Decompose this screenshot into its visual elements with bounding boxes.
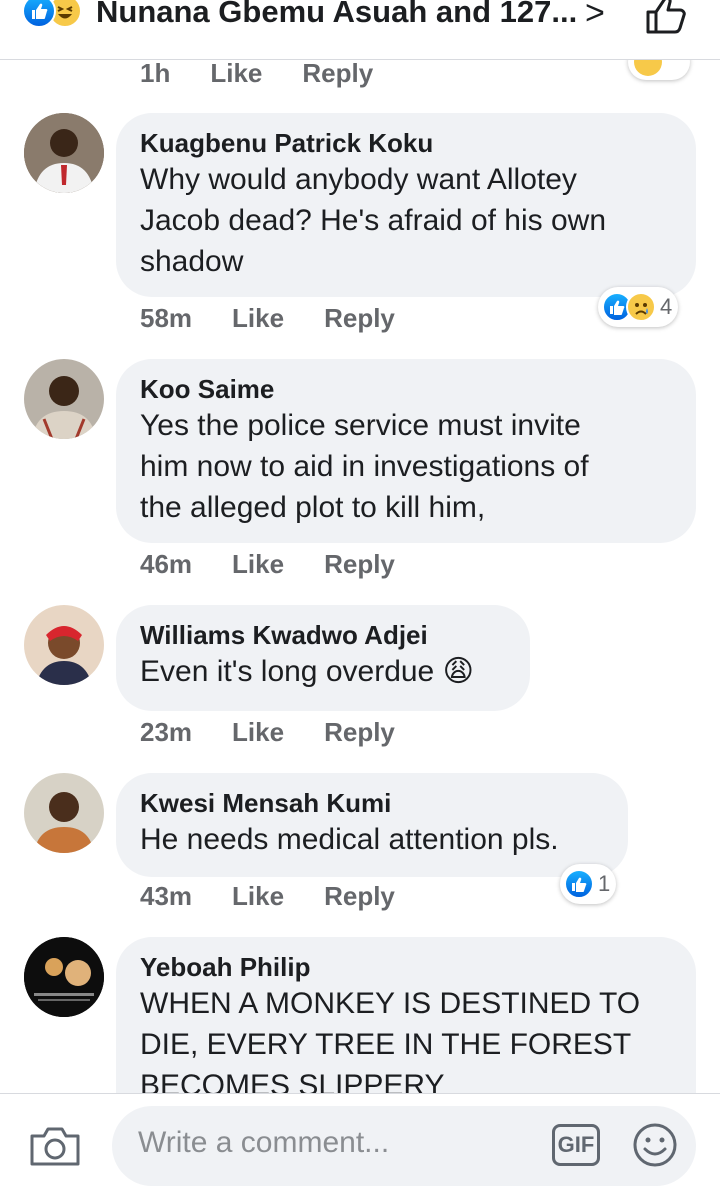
reply-button[interactable]: Reply — [324, 303, 395, 334]
comment-input[interactable]: Write a comment... GIF — [112, 1106, 696, 1186]
comment-text-line: him now to aid in investigations of — [140, 450, 589, 483]
gif-button[interactable]: GIF — [552, 1124, 600, 1166]
like-button[interactable]: Like — [232, 549, 284, 580]
comment-bubble[interactable]: Kwesi Mensah Kumi He needs medical atten… — [116, 773, 628, 877]
like-outline-icon[interactable] — [642, 0, 692, 38]
comment-author[interactable]: Kwesi Mensah Kumi — [140, 787, 604, 819]
reaction-count-pill[interactable]: 1 — [560, 864, 617, 904]
avatar[interactable] — [24, 605, 104, 685]
comment-time: 43m — [140, 881, 193, 911]
comment-author[interactable]: Kuagbenu Patrick Koku — [140, 127, 672, 159]
like-reaction-icon — [22, 0, 56, 28]
comment-text: He needs medical attention pls. — [140, 823, 559, 856]
like-icon — [564, 869, 594, 899]
comment-author[interactable]: Yeboah Philip — [140, 951, 672, 983]
reply-button[interactable]: Reply — [324, 881, 395, 912]
comment-input-placeholder: Write a comment... — [138, 1126, 390, 1159]
comment-time: 23m — [140, 717, 193, 747]
comment-text: Yes the police service must invite him n… — [140, 405, 672, 528]
comment-text-line: Yes the police service must invite — [140, 409, 581, 442]
comment-time: 46m — [140, 549, 193, 579]
reaction-count: 1 — [598, 871, 611, 896]
like-button[interactable]: Like — [210, 58, 262, 89]
comment-text: Even it's long overdue 😩 — [140, 655, 474, 688]
reply-button[interactable]: Reply — [324, 717, 395, 748]
comment-meta: 58m Like Reply — [140, 303, 395, 334]
top-bar: Nunana Gbemu Asuah and 127... > — [0, 0, 720, 60]
comment-time: 58m — [140, 303, 193, 333]
avatar[interactable] — [24, 773, 104, 853]
avatar[interactable] — [24, 359, 104, 439]
comment-text-line: shadow — [140, 245, 244, 278]
like-button[interactable]: Like — [232, 881, 284, 912]
chevron-right-icon[interactable]: > — [585, 0, 605, 33]
avatar[interactable] — [24, 113, 104, 193]
comment-text-line: DIE, EVERY TREE IN THE FOREST — [140, 1028, 632, 1061]
reply-button[interactable]: Reply — [302, 58, 373, 89]
comment-text-line: Jacob dead? He's afraid of his own — [140, 204, 607, 237]
emoji-icon[interactable] — [632, 1122, 678, 1168]
like-button[interactable]: Like — [232, 717, 284, 748]
comment-text-line: WHEN A MONKEY IS DESTINED TO — [140, 987, 641, 1020]
reply-button[interactable]: Reply — [324, 549, 395, 580]
comment-time: 1h — [140, 58, 171, 88]
comment-text: WHEN A MONKEY IS DESTINED TO DIE, EVERY … — [140, 983, 672, 1106]
camera-icon[interactable] — [28, 1124, 82, 1168]
avatar[interactable] — [24, 937, 104, 1017]
comment-meta: 46m Like Reply — [140, 549, 395, 580]
comment-bubble[interactable]: Williams Kwadwo Adjei Even it's long ove… — [116, 605, 530, 711]
reaction-count: 4 — [660, 294, 673, 319]
comment-composer: Write a comment... GIF — [0, 1093, 720, 1197]
comment-meta: 23m Like Reply — [140, 717, 395, 748]
comment-bubble[interactable]: Kuagbenu Patrick Koku Why would anybody … — [116, 113, 696, 297]
comment-text: Why would anybody want Allotey Jacob dea… — [140, 159, 672, 282]
post-reactors-title[interactable]: Nunana Gbemu Asuah and 127... — [96, 0, 577, 30]
comment-bubble[interactable]: Koo Saime Yes the police service must in… — [116, 359, 696, 543]
sad-icon — [626, 292, 656, 322]
comment-meta: 43m Like Reply — [140, 881, 395, 912]
comment-text-line: the alleged plot to kill him, — [140, 491, 486, 524]
comment-author[interactable]: Williams Kwadwo Adjei — [140, 619, 506, 651]
comment-meta: 1h Like Reply — [140, 58, 373, 89]
like-button[interactable]: Like — [232, 303, 284, 334]
comment-text-line: Why would anybody want Allotey — [140, 163, 577, 196]
reaction-count-pill[interactable]: 4 — [598, 287, 679, 327]
comment-author[interactable]: Koo Saime — [140, 373, 672, 405]
